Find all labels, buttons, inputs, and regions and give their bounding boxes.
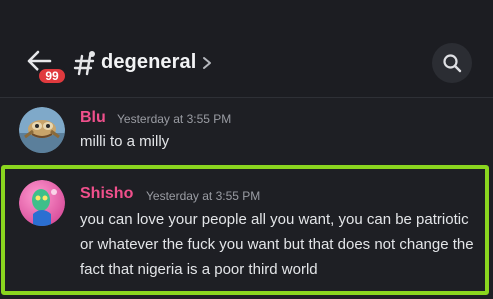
username[interactable]: Shisho (80, 185, 133, 203)
avatar-image (19, 180, 65, 226)
search-button[interactable] (432, 43, 472, 83)
avatar[interactable] (19, 107, 65, 153)
message-text: you can love your people all you want, y… (80, 211, 474, 278)
chat-app: 99 degeneral Blu Yesterday at 3:55 PM mi… (0, 0, 493, 299)
text-channel-hash-icon (73, 51, 95, 76)
timestamp: Yesterday at 3:55 PM (146, 189, 261, 203)
username[interactable]: Blu (80, 109, 106, 127)
unread-count-badge: 99 (36, 66, 68, 86)
avatar[interactable] (19, 180, 65, 226)
channel-name[interactable]: degeneral (101, 51, 196, 74)
chevron-right-icon[interactable] (201, 56, 213, 70)
message-item-highlighted[interactable]: Shisho Yesterday at 3:55 PM you can love… (1, 165, 489, 295)
avatar-image (19, 107, 65, 153)
timestamp: Yesterday at 3:55 PM (117, 112, 232, 126)
message-item[interactable]: Blu Yesterday at 3:55 PM milli to a mill… (0, 99, 493, 165)
search-icon (443, 54, 462, 73)
message-text: milli to a milly (80, 133, 170, 150)
channel-header: 99 degeneral (0, 0, 493, 98)
